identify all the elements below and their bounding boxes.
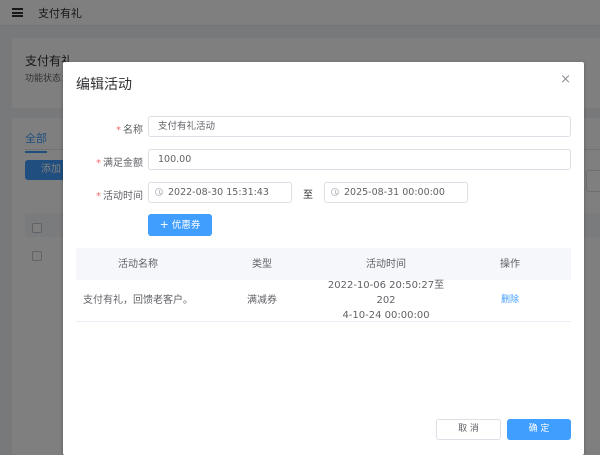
start-time-picker[interactable]: 2022-08-30 15:31:43 (148, 182, 292, 203)
plus-icon: + (159, 218, 169, 231)
column-header-name: 活动名称 (118, 258, 158, 270)
end-time-value: 2025-08-31 00:00:00 (344, 187, 445, 198)
clock-icon (155, 188, 163, 196)
time-line-2: 4-10-24 00:00:00 (342, 310, 430, 321)
name-label: * 名称 (63, 121, 143, 136)
close-icon[interactable]: × (560, 72, 571, 87)
dialog-title: 编辑活动 (76, 77, 132, 93)
table-row: 支付有礼，回馈老客户。 满减券 2022-10-06 20:50:27至202 … (76, 280, 571, 322)
amount-label: * 满足金额 (63, 154, 143, 169)
cell-action: 删除 (448, 280, 572, 321)
coupon-button-label: 优惠券 (171, 220, 201, 231)
cell-activity-name: 支付有礼，回馈老客户。 (83, 295, 193, 306)
confirm-button[interactable]: 确 定 (507, 419, 571, 440)
range-separator: 至 (303, 190, 313, 201)
clock-icon (331, 188, 339, 196)
required-mark: * (116, 125, 121, 136)
table-header: 活动名称 类型 活动时间 操作 (76, 248, 571, 280)
column-header-action: 操作 (500, 258, 520, 270)
amount-label-text: 满足金额 (103, 158, 143, 169)
column-header-time: 活动时间 (366, 258, 406, 270)
end-time-picker[interactable]: 2025-08-31 00:00:00 (324, 182, 468, 203)
add-coupon-button[interactable]: + 优惠券 (148, 214, 212, 236)
name-label-text: 名称 (123, 125, 143, 136)
column-header-type: 类型 (252, 258, 272, 270)
cell-activity-time: 2022-10-06 20:50:27至202 4-10-24 00:00:00 (324, 280, 448, 321)
delete-link[interactable]: 删除 (501, 293, 519, 308)
time-label: * 活动时间 (63, 187, 143, 202)
time-line-1: 2022-10-06 20:50:27至202 (327, 280, 445, 306)
start-time-value: 2022-08-30 15:31:43 (168, 187, 269, 198)
edit-activity-dialog: 编辑活动 × * 名称 支付有礼活动 * 满足金额 100.00 * 活动时间 202… (63, 62, 584, 455)
name-input[interactable]: 支付有礼活动 (148, 116, 571, 137)
amount-input[interactable]: 100.00 (148, 149, 571, 170)
required-mark: * (96, 158, 101, 169)
coupon-table: 活动名称 类型 活动时间 操作 支付有礼，回馈老客户。 满减券 2022-10-… (76, 248, 571, 322)
cancel-button[interactable]: 取 消 (436, 419, 501, 440)
required-mark: * (96, 191, 101, 202)
time-label-text: 活动时间 (103, 191, 143, 202)
cell-type: 满减券 (247, 295, 277, 306)
